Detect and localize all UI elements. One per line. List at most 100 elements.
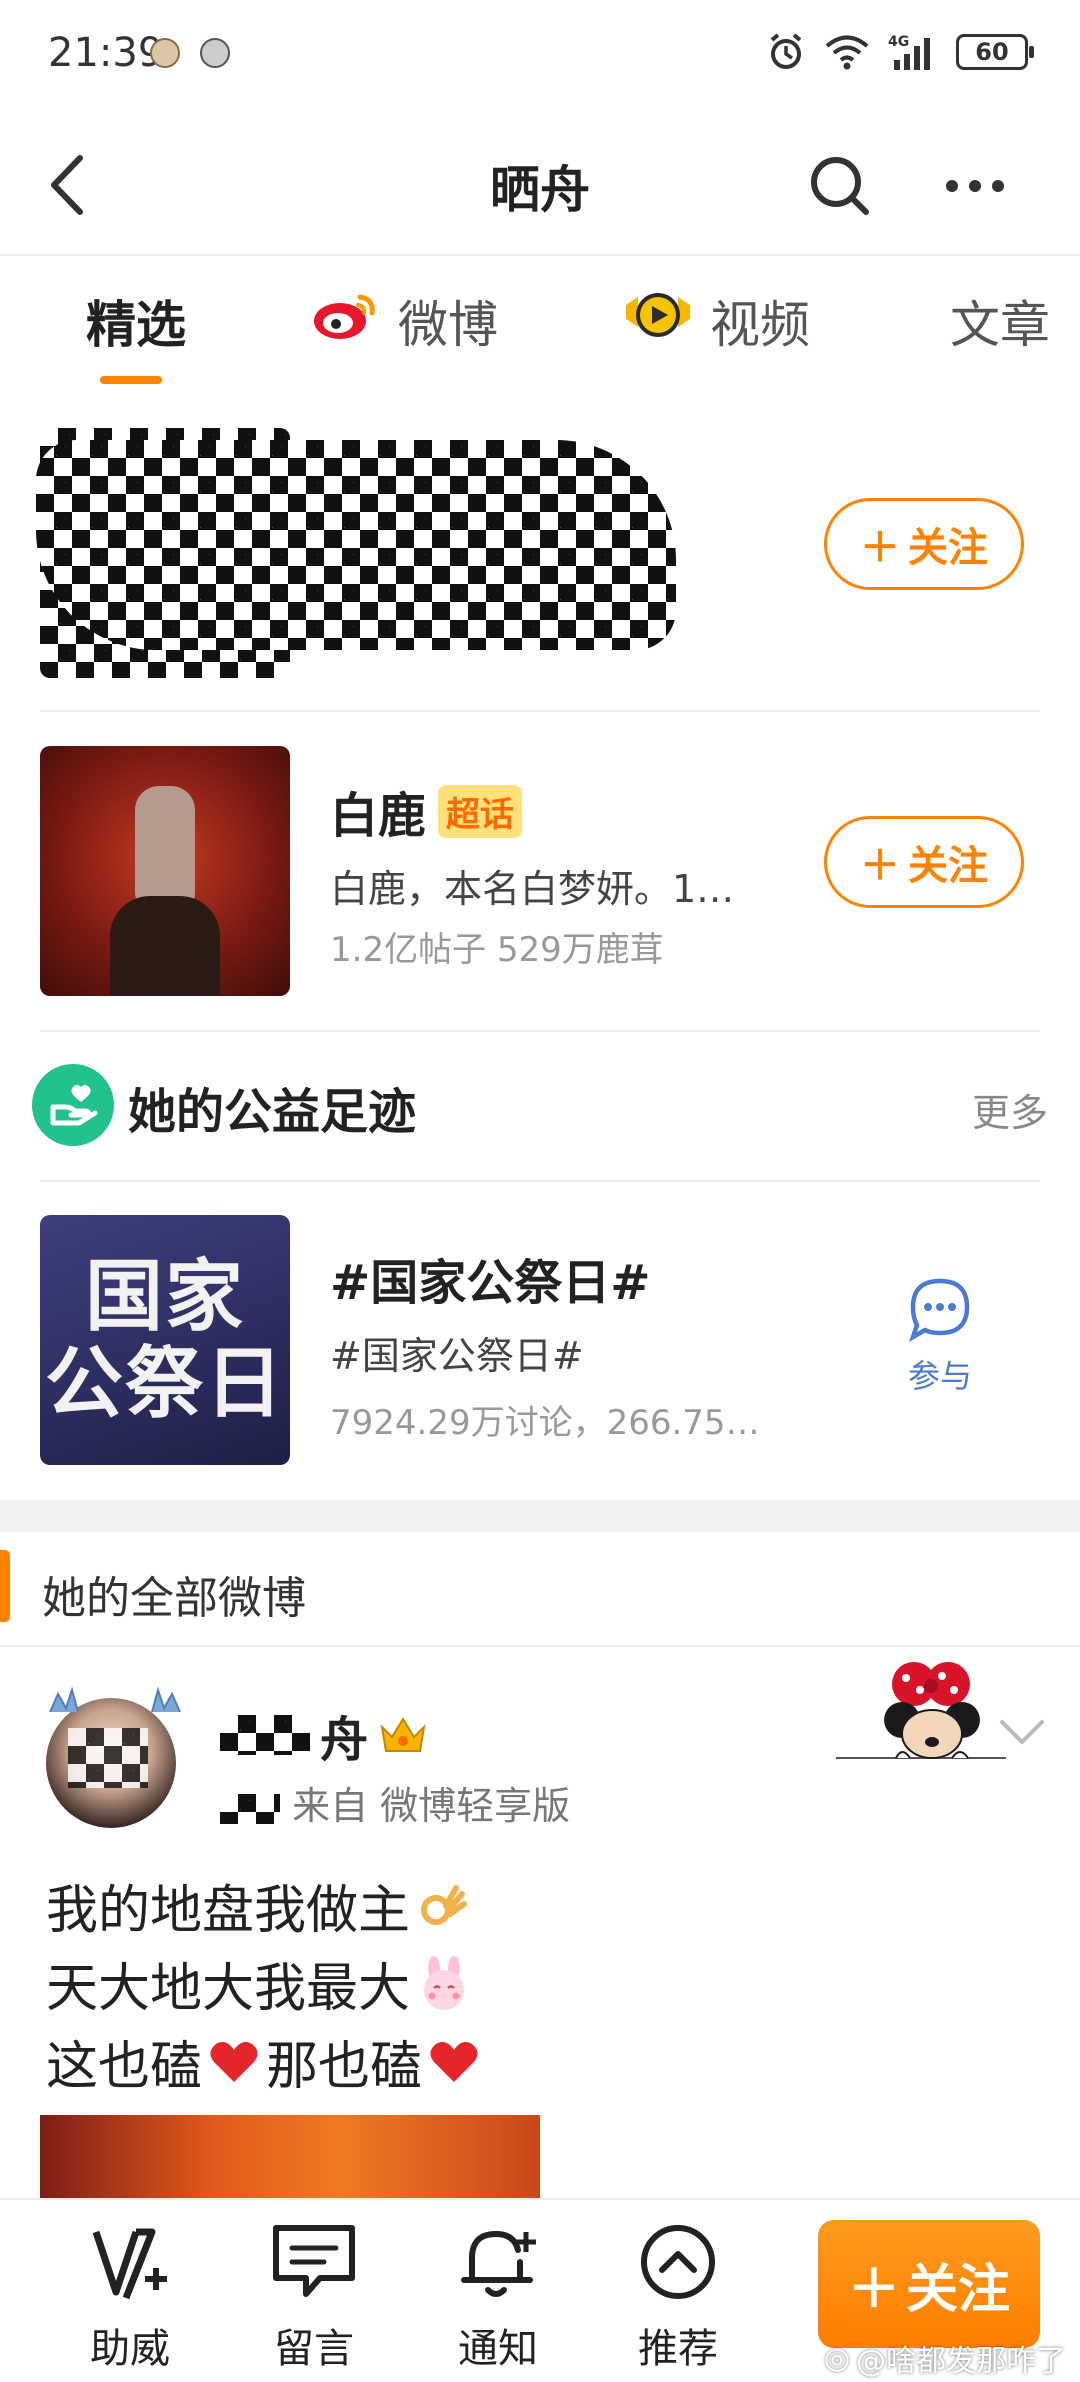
chevron-up-circle-icon (641, 2225, 715, 2299)
cheer-v-icon (92, 2228, 167, 2300)
tab-label: 微博 (398, 296, 498, 354)
all-weibo-title: 她的全部微博 (42, 1573, 306, 1624)
redaction-mosaic (220, 1793, 280, 1824)
divider (40, 1030, 1040, 1032)
post-image[interactable] (40, 2115, 540, 2205)
tool-label: 助威 (90, 2326, 170, 2372)
more-icon[interactable] (940, 166, 1010, 206)
charity-section-title: 她的公益足迹 (128, 1084, 417, 1140)
post-meta: 来自 微博轻享版 (220, 1775, 570, 1830)
tool-label: 通知 (458, 2326, 538, 2372)
tool-label: 推荐 (638, 2326, 718, 2372)
divider (40, 1180, 1040, 1182)
all-weibo-header: 她的全部微博 (0, 1532, 1080, 1647)
section-accent-bar (0, 1550, 10, 1622)
topic-row[interactable]: 国家 公祭日 #国家公祭日# #国家公祭日# 7924.29万讨论，266.75… (40, 1215, 1040, 1465)
supertopic-name: 白鹿 (330, 788, 427, 844)
follow-primary-button[interactable]: ＋ 关注 (818, 2220, 1040, 2348)
status-bar: 21:39 4G 60 (0, 0, 1080, 110)
section-gap (0, 1500, 1080, 1532)
topic-thumbnail: 国家 公祭日 (40, 1215, 290, 1465)
supertopic-stats: 1.2亿帖子 529万鹿茸 (330, 930, 664, 970)
signal-4g-icon: 4G (888, 32, 938, 72)
nav-bar: 晒舟 (0, 110, 1080, 256)
search-icon[interactable] (804, 150, 874, 220)
post-author[interactable]: 舟 (220, 1700, 428, 1770)
battery-indicator: 60 (956, 34, 1034, 70)
recommend-button[interactable]: 推荐 (618, 2218, 738, 2374)
follow-label: 关注 (908, 843, 988, 889)
tab-video[interactable]: 视频 (622, 286, 810, 356)
topic-stats: 7924.29万讨论，266.75… (330, 1403, 760, 1443)
post-line-text: 这也磕 (46, 2037, 203, 2097)
post-line-text: 天大地大我最大 (46, 1959, 411, 2019)
tool-label: 留言 (274, 2326, 354, 2372)
weibo-logo-icon (310, 287, 382, 355)
alarm-icon (766, 32, 806, 72)
bunny-emoji-icon (424, 1955, 465, 2010)
ok-hand-emoji-icon (421, 1884, 468, 1925)
comment-button[interactable]: 留言 (254, 2218, 374, 2374)
tab-label: 文章 (950, 296, 1050, 354)
post-line-text: 那也磕 (266, 2037, 423, 2097)
topic-thumb-text: 公祭日 (44, 1338, 285, 1429)
author-name: 舟 (320, 1712, 369, 1768)
post-text-line: 天大地大我最大 (46, 1946, 472, 2021)
tab-article[interactable]: 文章 (950, 286, 1050, 356)
tab-label: 精选 (86, 296, 186, 354)
avatar-frame-antlers-icon (49, 1686, 181, 1713)
topic-title: #国家公祭日# (330, 1255, 651, 1311)
supertopic-badge: 超话 (438, 784, 523, 838)
crown-badge-icon (380, 1717, 426, 1752)
post-text-line: 我的地盘我做主 (46, 1868, 468, 1943)
redaction-mosaic (220, 1715, 310, 1755)
message-icon (273, 2225, 355, 2297)
status-icons: 4G 60 (766, 32, 1034, 72)
notify-button[interactable]: 通知 (438, 2218, 558, 2374)
tab-label: 视频 (710, 296, 810, 354)
join-button[interactable]: 参与 (890, 1275, 990, 1397)
plus-icon: ＋ (847, 2259, 900, 2320)
post-line-text: 我的地盘我做主 (46, 1881, 411, 1941)
divider (40, 710, 1040, 712)
weibo-watermark-icon: ◎ (823, 2340, 850, 2376)
notification-avatar-icon (150, 38, 180, 68)
tab-weibo[interactable]: 微博 (310, 286, 498, 356)
tab-bar: 精选 微博 视频 文章 (0, 258, 1080, 388)
supertopic-title: 白鹿 超话 (330, 776, 523, 846)
plus-icon: ＋ (860, 843, 900, 889)
charity-section-header: 她的公益足迹 更多 (32, 1060, 1048, 1150)
charity-hand-heart-icon (32, 1064, 114, 1146)
page-title: 晒舟 (490, 161, 590, 219)
svg-text:4G: 4G (888, 34, 909, 50)
minnie-mouse-sticker-icon (836, 1662, 1006, 1759)
red-heart-emoji-icon (210, 2041, 258, 2082)
plus-icon: ＋ (860, 525, 900, 571)
redaction-mosaic (36, 440, 676, 650)
tab-active-indicator (100, 376, 162, 384)
status-time: 21:39 (48, 30, 164, 76)
chevron-down-icon[interactable] (996, 1712, 1048, 1752)
post-source: 来自 微博轻享版 (292, 1784, 571, 1828)
watermark-text: @啥都发那咋了 (856, 2344, 1066, 2379)
follow-button[interactable]: ＋ 关注 (824, 498, 1024, 590)
tab-featured[interactable]: 精选 (86, 286, 186, 356)
watermark: ◎ @啥都发那咋了 (824, 2336, 1066, 2380)
supertopic-description: 白鹿，本名白梦妍。1… (330, 867, 735, 911)
join-label: 参与 (907, 1357, 972, 1395)
follow-label: 关注 (908, 525, 988, 571)
supertopic-thumbnail (40, 746, 290, 996)
video-play-icon (622, 287, 694, 355)
more-link[interactable]: 更多 (972, 1082, 1048, 1137)
bell-plus-icon (461, 2230, 536, 2297)
red-heart-emoji-icon (430, 2041, 478, 2082)
follow-label: 关注 (906, 2259, 1011, 2320)
comment-bubble-icon (908, 1278, 970, 1342)
wifi-icon (824, 33, 870, 71)
topic-thumb-text: 国家 (84, 1250, 245, 1342)
notification-avatar-icon (200, 38, 230, 68)
supertopic-row[interactable]: 白鹿 超话 白鹿，本名白梦妍。1… 1.2亿帖子 529万鹿茸 ＋ 关注 (40, 746, 1040, 996)
cheer-button[interactable]: 助威 (70, 2218, 190, 2374)
post-text-line: 这也磕 那也磕 (46, 2024, 480, 2099)
follow-button[interactable]: ＋ 关注 (824, 816, 1024, 908)
